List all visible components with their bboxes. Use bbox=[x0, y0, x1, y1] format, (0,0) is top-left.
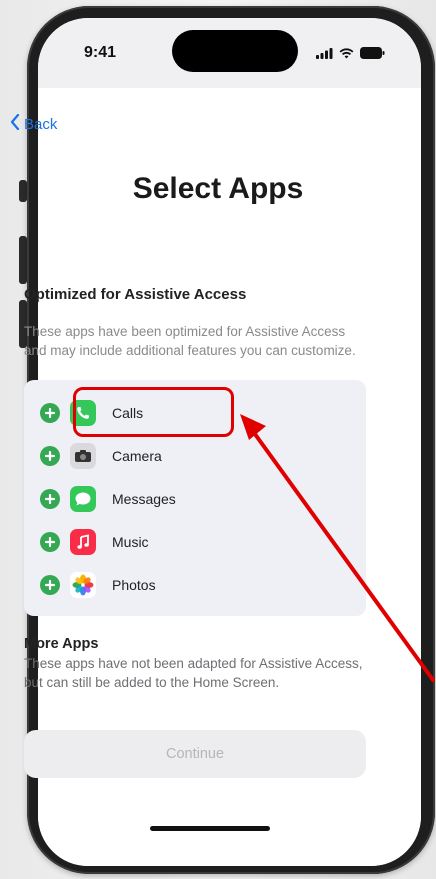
music-icon bbox=[70, 528, 96, 555]
app-row-photos[interactable]: Photos bbox=[24, 563, 366, 606]
messages-icon bbox=[70, 485, 96, 512]
signal-icon bbox=[316, 46, 333, 64]
annotation-highlight-box bbox=[73, 387, 234, 437]
battery-icon bbox=[360, 46, 385, 64]
app-label-camera: Camera bbox=[112, 447, 162, 464]
app-row-messages[interactable]: Messages bbox=[24, 477, 366, 520]
add-icon[interactable] bbox=[40, 574, 60, 595]
status-icons bbox=[316, 46, 385, 64]
add-icon[interactable] bbox=[40, 531, 60, 552]
continue-button[interactable]: Continue bbox=[24, 730, 366, 778]
add-icon[interactable] bbox=[40, 445, 60, 466]
home-indicator bbox=[150, 826, 270, 831]
back-label: Back bbox=[24, 115, 58, 133]
dynamic-island bbox=[172, 30, 298, 72]
wifi-icon bbox=[339, 46, 354, 64]
status-time: 9:41 bbox=[84, 44, 117, 61]
add-icon[interactable] bbox=[40, 402, 60, 423]
back-button[interactable]: Back bbox=[10, 113, 58, 134]
app-label-photos: Photos bbox=[112, 576, 156, 593]
screenshot-frame: 9:41 Back Select Apps Optimized for Assi… bbox=[0, 0, 436, 879]
camera-icon bbox=[70, 442, 96, 469]
app-label-music: Music bbox=[112, 533, 149, 550]
photos-icon bbox=[70, 571, 96, 598]
app-row-camera[interactable]: Camera bbox=[24, 434, 366, 477]
more-apps-title: More Apps bbox=[24, 636, 99, 652]
status-bar: 9:41 bbox=[38, 18, 421, 88]
chevron-left-icon bbox=[10, 113, 20, 134]
optimized-section-title: Optimized for Assistive Access bbox=[24, 286, 247, 303]
optimized-section-description: These apps have been optimized for Assis… bbox=[24, 324, 356, 358]
more-apps-description: These apps have not been adapted for Ass… bbox=[24, 656, 363, 690]
app-row-music[interactable]: Music bbox=[24, 520, 366, 563]
add-icon[interactable] bbox=[40, 488, 60, 509]
volume-up-button bbox=[19, 236, 27, 284]
app-label-messages: Messages bbox=[112, 490, 176, 507]
page-title: Select Apps bbox=[132, 172, 304, 205]
